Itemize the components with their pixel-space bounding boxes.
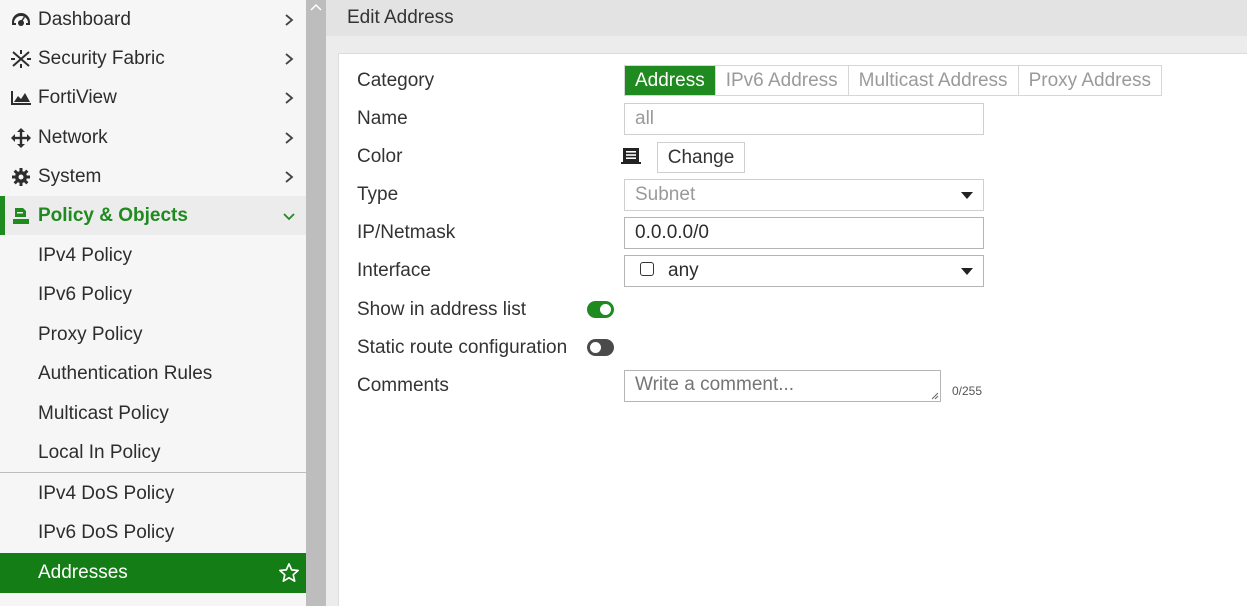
dropdown-caret-icon <box>961 268 973 275</box>
interface-any-icon <box>640 262 654 276</box>
dashboard-icon <box>10 9 32 31</box>
show-in-list-toggle[interactable] <box>587 301 614 318</box>
name-field[interactable]: all <box>624 103 984 135</box>
sidebar-item-label: Authentication Rules <box>38 362 213 384</box>
ip-netmask-label: IP/Netmask <box>357 222 456 243</box>
sidebar-item-ipv6-policy[interactable]: IPv6 Policy <box>0 275 306 314</box>
interface-label: Interface <box>357 260 431 281</box>
sidebar-item-label: IPv4 DoS Policy <box>38 482 175 504</box>
comment-char-counter: 0/255 <box>952 384 983 398</box>
sidebar-item-proxy-policy[interactable]: Proxy Policy <box>0 315 306 354</box>
nav-security-fabric[interactable]: Security Fabric <box>0 39 306 78</box>
nav-network[interactable]: Network <box>0 118 306 157</box>
sidebar-item-label: IPv6 DoS Policy <box>38 521 175 543</box>
category-option-proxy-address[interactable]: Proxy Address <box>1018 66 1162 95</box>
edit-address-panel <box>338 53 1247 606</box>
resize-grip-icon[interactable] <box>929 390 939 400</box>
change-color-button[interactable]: Change <box>657 142 745 173</box>
gear-icon <box>10 166 32 188</box>
sidebar-scrollbar[interactable] <box>306 0 326 606</box>
ip-netmask-field[interactable]: 0.0.0.0/0 <box>624 217 984 249</box>
static-route-toggle[interactable] <box>587 339 614 356</box>
color-label: Color <box>357 146 403 167</box>
name-label: Name <box>357 108 408 129</box>
sidebar-item-addresses[interactable]: Addresses <box>0 553 306 593</box>
show-in-list-label: Show in address list <box>357 299 526 320</box>
chevron-right-icon <box>285 52 294 65</box>
nav-label: FortiView <box>38 86 117 108</box>
static-route-label: Static route configuration <box>357 337 568 358</box>
page-header: Edit Address <box>326 0 1247 36</box>
sidebar-item-label: Proxy Policy <box>38 323 143 345</box>
dropdown-caret-icon <box>961 192 973 199</box>
interface-value: any <box>668 260 699 281</box>
sidebar-item-ipv4-dos-policy[interactable]: IPv4 DoS Policy <box>0 474 306 513</box>
nav-label: System <box>38 165 102 187</box>
nav-fortiview[interactable]: FortiView <box>0 78 306 117</box>
sidebar-item-label: IPv4 Policy <box>38 244 132 266</box>
type-label: Type <box>357 184 399 205</box>
sidebar-item-label: IPv6 Policy <box>38 283 132 305</box>
nav-policy-objects[interactable]: Policy & Objects <box>0 196 306 235</box>
fortiview-icon <box>10 87 32 109</box>
chevron-right-icon <box>285 131 294 144</box>
comments-textarea[interactable] <box>624 370 941 402</box>
nav-label: Network <box>38 126 108 148</box>
type-select[interactable]: Subnet <box>624 179 984 211</box>
nav-label: Policy & Objects <box>38 204 188 226</box>
sidebar-item-ipv4-policy[interactable]: IPv4 Policy <box>0 236 306 275</box>
sidebar-item-label: Local In Policy <box>38 441 161 463</box>
sidebar-divider <box>0 472 306 473</box>
nav-dashboard[interactable]: Dashboard <box>0 0 306 39</box>
chevron-right-icon <box>285 13 294 26</box>
security-fabric-icon <box>10 48 32 70</box>
nav-label: Dashboard <box>38 8 131 30</box>
sidebar: Dashboard Security Fabric FortiView Netw… <box>0 0 306 606</box>
type-value: Subnet <box>635 184 696 205</box>
comments-label: Comments <box>357 375 449 396</box>
category-selector: Address IPv6 Address Multicast Address P… <box>624 65 1163 96</box>
sidebar-item-label: Multicast Policy <box>38 402 169 424</box>
toggle-knob <box>590 342 601 353</box>
nav-system[interactable]: System <box>0 157 306 196</box>
scroll-up-arrow-icon[interactable] <box>310 2 322 14</box>
chevron-right-icon <box>285 91 294 104</box>
category-option-address[interactable]: Address <box>625 66 716 95</box>
sidebar-item-multicast-policy[interactable]: Multicast Policy <box>0 394 306 433</box>
sidebar-item-ipv6-dos-policy[interactable]: IPv6 DoS Policy <box>0 513 306 552</box>
network-icon <box>10 127 32 149</box>
star-icon[interactable] <box>278 562 300 584</box>
sidebar-item-local-in-policy[interactable]: Local In Policy <box>0 433 306 472</box>
category-option-multicast-address[interactable]: Multicast Address <box>848 66 1019 95</box>
policy-objects-icon <box>10 205 32 227</box>
toggle-knob <box>600 304 611 315</box>
chevron-right-icon <box>285 170 294 183</box>
nav-label: Security Fabric <box>38 47 165 69</box>
chevron-down-icon <box>283 212 295 220</box>
category-option-ipv6-address[interactable]: IPv6 Address <box>715 66 849 95</box>
sidebar-item-label: Addresses <box>38 562 128 583</box>
color-swatch-icon <box>621 148 641 164</box>
sidebar-item-authentication-rules[interactable]: Authentication Rules <box>0 354 306 393</box>
category-label: Category <box>357 70 435 91</box>
page-title: Edit Address <box>347 7 454 28</box>
